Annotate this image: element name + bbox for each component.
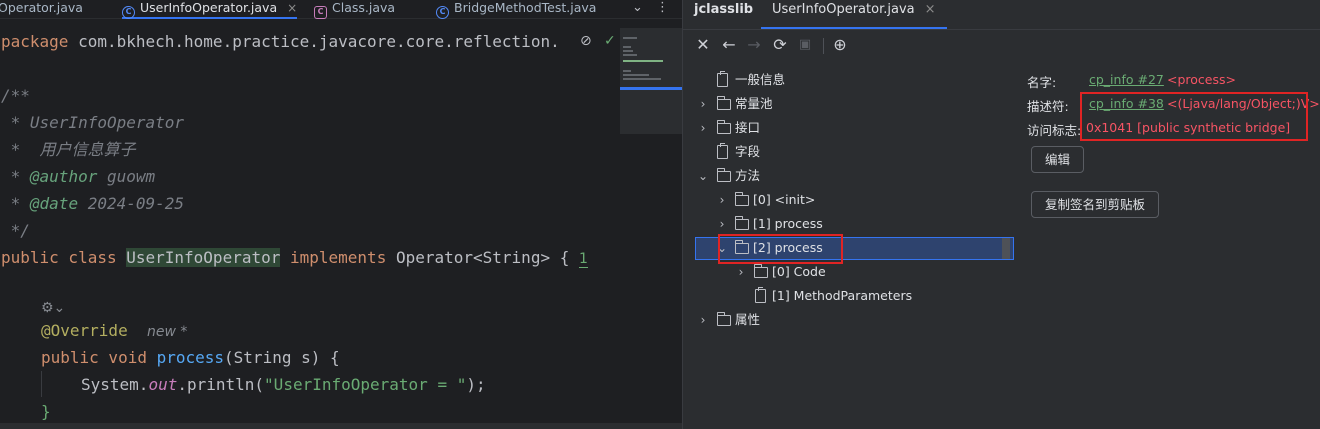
tab-label: Operator.java (0, 0, 83, 15)
refresh-icon[interactable]: ⟳ (771, 36, 789, 54)
code-line-override: @Override new * (41, 321, 188, 340)
jclasslib-toolbar: ✕ ← → ⟳ ▣ ⊕ (683, 34, 1320, 58)
indent-guide (41, 371, 42, 397)
toolbar-separator (823, 38, 824, 54)
code-line-doc-class: * UserInfoOperator (1, 113, 185, 132)
file-icon (717, 71, 728, 87)
forward-arrow-icon[interactable]: → (745, 36, 763, 54)
web-icon[interactable]: ⊕ (831, 36, 849, 54)
problem-count-badge[interactable]: 1 (578, 251, 588, 268)
code-line-close-brace: } (41, 402, 51, 421)
folder-icon (716, 168, 731, 182)
minimap[interactable] (620, 28, 682, 134)
close-icon[interactable]: × (287, 1, 297, 15)
copy-signature-button[interactable]: 复制签名到剪贴板 (1031, 191, 1160, 218)
reader-mode-off-icon[interactable]: ⊘ (580, 33, 592, 49)
horizontal-scrollbar[interactable] (0, 423, 682, 429)
tab-bridgemethodtest-java[interactable]: C BridgeMethodTest.java (436, 0, 596, 19)
chevron-right-icon[interactable]: › (697, 117, 709, 139)
annotation-box-method-info (1080, 92, 1308, 141)
chevron-right-icon[interactable]: › (735, 261, 747, 283)
chevron-right-icon[interactable]: › (697, 309, 709, 331)
code-line-doc-desc: * 用户信息算子 (1, 140, 136, 159)
code-line-doc-author: * @author guowm (1, 167, 156, 186)
jclasslib-panel: jclasslib UserInfoOperator.java × ✕ ← → ⟳… (682, 0, 1320, 429)
name-value: <process> (1167, 72, 1236, 87)
gutter-gear-icon[interactable]: ⚙⌄ (41, 293, 65, 320)
tree-scrollbar-thumb[interactable] (1002, 238, 1010, 259)
jclasslib-title: jclasslib (694, 2, 754, 17)
code-line-class-decl: public class UserInfoOperator implements… (1, 248, 588, 268)
chevron-right-icon[interactable]: › (716, 213, 728, 235)
code-line-doc-close: */ (1, 221, 30, 240)
code-line-package: package com.bkhech.home.practice.javacor… (1, 32, 560, 51)
name-cp-link[interactable]: cp_info #27 (1089, 72, 1164, 87)
inspection-ok-icon[interactable]: ✓ (604, 33, 616, 49)
jclasslib-tab-bar: jclasslib UserInfoOperator.java × (683, 0, 1320, 30)
chevron-right-icon[interactable]: › (716, 189, 728, 211)
close-icon[interactable]: × (925, 2, 936, 17)
tab-label: BridgeMethodTest.java (454, 0, 597, 15)
tab-label: UserInfoOperator.java (140, 0, 278, 15)
editor-tab-bar: Operator.java C UserInfoOperator.java × CC… (0, 0, 682, 19)
tab-operator-java[interactable]: Operator.java (0, 0, 83, 19)
chevron-down-icon[interactable]: ⌄ (632, 0, 643, 15)
access-flags-label: 访问标志: (1027, 123, 1082, 138)
folder-icon (753, 264, 768, 278)
class-icon: C (122, 6, 135, 19)
chevron-right-icon[interactable]: › (697, 93, 709, 115)
back-arrow-icon[interactable]: ← (720, 36, 738, 54)
annotation-box-method-2 (718, 234, 843, 264)
save-icon[interactable]: ▣ (796, 36, 814, 54)
folder-icon (716, 96, 731, 110)
tab-menu: ⌄ ⋮ (630, 0, 682, 18)
usage-hint: new * (146, 324, 188, 340)
file-icon (755, 287, 766, 303)
class-file-icon: C (314, 6, 327, 19)
chevron-down-icon[interactable]: ⌄ (697, 165, 709, 187)
tab-label: UserInfoOperator.java (772, 2, 915, 17)
folder-icon (716, 312, 731, 326)
code-line-method-decl: public void process(String s) { (41, 348, 340, 367)
code-line-doc-date: * @date 2024-09-25 (1, 194, 185, 213)
folder-icon (734, 192, 749, 206)
class-name-highlight: UserInfoOperator (126, 248, 281, 267)
tab-class-java[interactable]: C Class.java (314, 0, 395, 19)
file-icon (717, 143, 728, 159)
tab-label: Class.java (332, 0, 396, 15)
folder-icon (716, 120, 731, 134)
edit-button[interactable]: 编辑 (1031, 146, 1085, 173)
tab-userinfooperator-java[interactable]: C UserInfoOperator.java × (122, 0, 298, 19)
code-line-println: System.out.println("UserInfoOperator = "… (81, 375, 486, 394)
close-icon[interactable]: ✕ (694, 36, 712, 54)
class-icon: C (436, 6, 449, 19)
name-label: 名字: (1027, 75, 1057, 90)
folder-icon (734, 216, 749, 230)
code-editor[interactable]: Operator.java C UserInfoOperator.java × CC… (0, 0, 682, 429)
tab-jclasslib-file[interactable]: UserInfoOperator.java × (761, 0, 947, 29)
code-line-doc-open: /** (1, 86, 30, 105)
more-vertical-icon[interactable]: ⋮ (656, 0, 669, 15)
descriptor-label: 描述符: (1027, 99, 1069, 114)
